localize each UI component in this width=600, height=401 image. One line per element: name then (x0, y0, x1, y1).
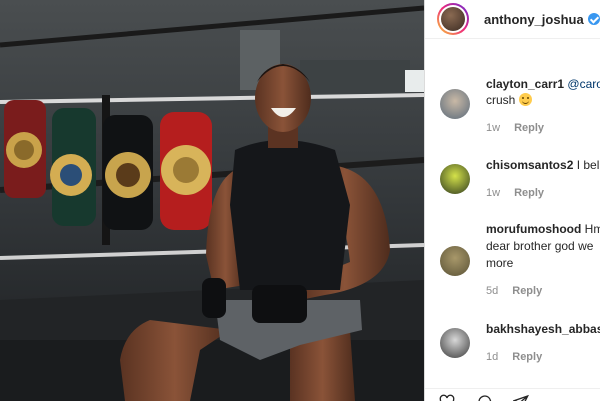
heart-icon[interactable] (439, 394, 455, 401)
boxer-photo-illustration (0, 0, 424, 401)
comment-meta: 5d Reply (486, 285, 542, 297)
commenter-avatar[interactable] (440, 246, 470, 276)
author-username[interactable]: anthony_joshua (484, 12, 584, 27)
commenter-username[interactable]: morufumoshood (486, 222, 581, 236)
comment-age[interactable]: 5d (486, 285, 498, 297)
reply-button[interactable]: Reply (514, 187, 544, 199)
comment-item: chisomsantos2 I beli 1w Reply (425, 157, 600, 207)
comment-age[interactable]: 1d (486, 351, 498, 363)
comment-meta: 1d Reply (486, 351, 542, 363)
post-photo[interactable] (0, 0, 424, 401)
commenter-avatar[interactable] (440, 89, 470, 119)
comment-text: Hm (584, 222, 600, 236)
comments-panel: anthony_joshua• clayton_carr1 @carol cru… (424, 0, 600, 401)
comment-text: crush (486, 93, 516, 107)
comment-age[interactable]: 1w (486, 187, 500, 199)
comment-icon[interactable] (477, 394, 493, 401)
author-avatar[interactable] (437, 3, 469, 35)
verified-badge-icon (587, 13, 600, 25)
comment-item: clayton_carr1 @carol crush 1w Reply (425, 76, 600, 138)
comment-meta: 1w Reply (486, 187, 544, 199)
share-icon[interactable] (513, 394, 529, 401)
comment-age[interactable]: 1w (486, 122, 500, 134)
comment-item: morufumoshood Hm dear brother god we mor… (425, 221, 600, 301)
post-actions-bar (425, 388, 600, 401)
reply-button[interactable]: Reply (514, 122, 544, 134)
commenter-username[interactable]: clayton_carr1 (486, 77, 564, 91)
commenter-username[interactable]: chisomsantos2 (486, 158, 573, 172)
comment-text-line: dear brother god we (486, 239, 594, 253)
comment-item: bakhshayesh_abbas 1d Reply (425, 321, 600, 371)
commenter-username[interactable]: bakhshayesh_abbas (486, 322, 600, 336)
post-header: anthony_joshua• (425, 0, 600, 39)
smiling-face-emoji-icon (518, 93, 532, 106)
commenter-avatar[interactable] (440, 328, 470, 358)
reply-button[interactable]: Reply (512, 285, 542, 297)
comment-text: I beli (576, 158, 600, 172)
commenter-avatar[interactable] (440, 164, 470, 194)
author-username-row: anthony_joshua• (484, 12, 600, 27)
comment-meta: 1w Reply (486, 122, 544, 134)
mention-link[interactable]: @carol (567, 77, 600, 91)
comment-text-line: more (486, 256, 514, 270)
reply-button[interactable]: Reply (512, 351, 542, 363)
